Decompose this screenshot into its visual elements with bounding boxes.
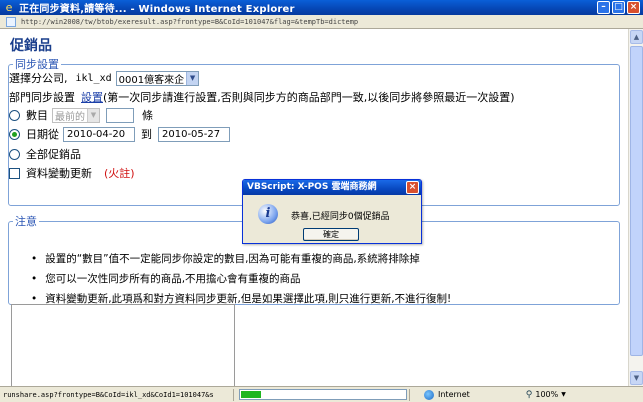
notes-list: 設置的“數目”值不一定能同步你設定的數目,因為可能有重複的商品,系統將排除掉 您… bbox=[31, 249, 451, 309]
scroll-thumb[interactable] bbox=[630, 46, 643, 356]
scroll-down-button[interactable]: ▼ bbox=[630, 371, 643, 385]
progress-fill bbox=[241, 391, 261, 398]
count-select[interactable]: 最前的 ▼ bbox=[52, 107, 100, 123]
ie-logo-icon: e bbox=[5, 0, 13, 14]
change-note: (火註) bbox=[104, 167, 135, 180]
chevron-down-icon: ▼ bbox=[186, 71, 199, 85]
dialog-close-button[interactable]: × bbox=[406, 181, 419, 194]
progress-bar bbox=[239, 389, 407, 400]
list-item: 您可以一次性同步所有的商品,不用擔心會有重複的商品 bbox=[31, 269, 451, 289]
message-dialog: VBScript: X-POS 雲端商務網 × i 恭喜,已經同步0個促銷品 確… bbox=[242, 179, 422, 244]
dialog-title: VBScript: X-POS 雲端商務網 bbox=[243, 180, 421, 195]
status-separator bbox=[409, 388, 410, 401]
result-frame bbox=[11, 304, 235, 386]
branch-select[interactable]: 0001億客來企 ▼ bbox=[115, 70, 200, 86]
dept-note: (第一次同步請進行設置,否則與同步方的商品部門一致,以後同步將參照最近一次設置) bbox=[103, 91, 515, 104]
branch-label: 選擇分公司, bbox=[9, 72, 68, 85]
all-row: 全部促銷品 bbox=[9, 146, 81, 162]
zone-label: Internet bbox=[438, 390, 470, 399]
magnifier-icon: ⚲ bbox=[525, 389, 533, 400]
globe-icon bbox=[424, 389, 434, 400]
date-to-label: 到 bbox=[141, 128, 152, 141]
dept-label: 部門同步設置 bbox=[9, 91, 75, 104]
page-title: 促銷品 bbox=[10, 38, 52, 54]
date-to-input[interactable]: 2010-05-27 bbox=[158, 126, 230, 142]
count-row: 數目 最前的 ▼ 條 bbox=[9, 107, 153, 123]
zoom-control[interactable]: ⚲ 100% ▼ bbox=[526, 390, 566, 400]
count-unit: 條 bbox=[142, 109, 153, 122]
dialog-message: 恭喜,已經同步0個促銷品 bbox=[291, 212, 390, 222]
window-titlebar: e 正在同步資料,請等待... - Windows Internet Explo… bbox=[0, 0, 643, 15]
branch-select-value: 0001億客來企 bbox=[118, 74, 185, 86]
count-select-value: 最前的 bbox=[55, 111, 85, 123]
status-separator bbox=[233, 388, 234, 401]
count-radio[interactable] bbox=[9, 109, 20, 121]
all-label: 全部促銷品 bbox=[26, 148, 81, 161]
dept-settings-link[interactable]: 設置 bbox=[81, 89, 103, 105]
count-input[interactable] bbox=[106, 107, 134, 123]
window-title: 正在同步資料,請等待... - Windows Internet Explore… bbox=[19, 4, 295, 15]
change-label: 資料變動更新 bbox=[26, 167, 92, 180]
address-url: http://win2008/tw/btob/exeresult.asp?fro… bbox=[21, 17, 359, 26]
notes-legend: 注意 bbox=[15, 215, 37, 228]
vertical-scrollbar[interactable]: ▲ ▼ bbox=[628, 29, 643, 386]
change-checkbox[interactable] bbox=[9, 167, 20, 179]
date-from-input[interactable]: 2010-04-20 bbox=[63, 126, 135, 142]
minimize-button[interactable]: – bbox=[597, 1, 610, 14]
close-window-button[interactable]: × bbox=[627, 1, 640, 14]
ok-button[interactable]: 確定 bbox=[303, 228, 359, 241]
status-bar: runshare.asp?frontype=B&CoId=ikl_xd&CoId… bbox=[0, 386, 643, 402]
scroll-up-button[interactable]: ▲ bbox=[630, 30, 643, 44]
maximize-button[interactable]: □ bbox=[612, 1, 625, 14]
change-row: 資料變動更新 (火註) bbox=[9, 165, 135, 181]
user-code: ikl_xd bbox=[75, 72, 112, 84]
security-zone[interactable]: Internet bbox=[424, 389, 470, 400]
status-text: runshare.asp?frontype=B&CoId=ikl_xd&CoId… bbox=[3, 390, 214, 399]
address-bar[interactable]: http://win2008/tw/btob/exeresult.asp?fro… bbox=[0, 15, 643, 29]
date-from-label: 日期從 bbox=[26, 128, 59, 141]
list-item: 設置的“數目”值不一定能同步你設定的數目,因為可能有重複的商品,系統將排除掉 bbox=[31, 249, 451, 269]
chevron-down-icon: ▼ bbox=[87, 108, 99, 122]
date-row: 日期從 2010-04-20 到 2010-05-27 bbox=[9, 126, 230, 142]
window-controls: – □ × bbox=[597, 1, 640, 14]
date-radio[interactable] bbox=[9, 128, 20, 140]
dept-row: 部門同步設置 設置 (第一次同步請進行設置,否則與同步方的商品部門一致,以後同步… bbox=[9, 89, 515, 105]
branch-row: 選擇分公司, ikl_xd 0001億客來企 ▼ bbox=[9, 70, 200, 86]
page-icon bbox=[6, 16, 16, 27]
info-icon: i bbox=[258, 204, 278, 224]
count-label: 數目 bbox=[26, 109, 48, 122]
all-radio[interactable] bbox=[9, 148, 20, 160]
zoom-level: 100% bbox=[535, 390, 559, 399]
chevron-down-icon: ▼ bbox=[561, 391, 566, 398]
